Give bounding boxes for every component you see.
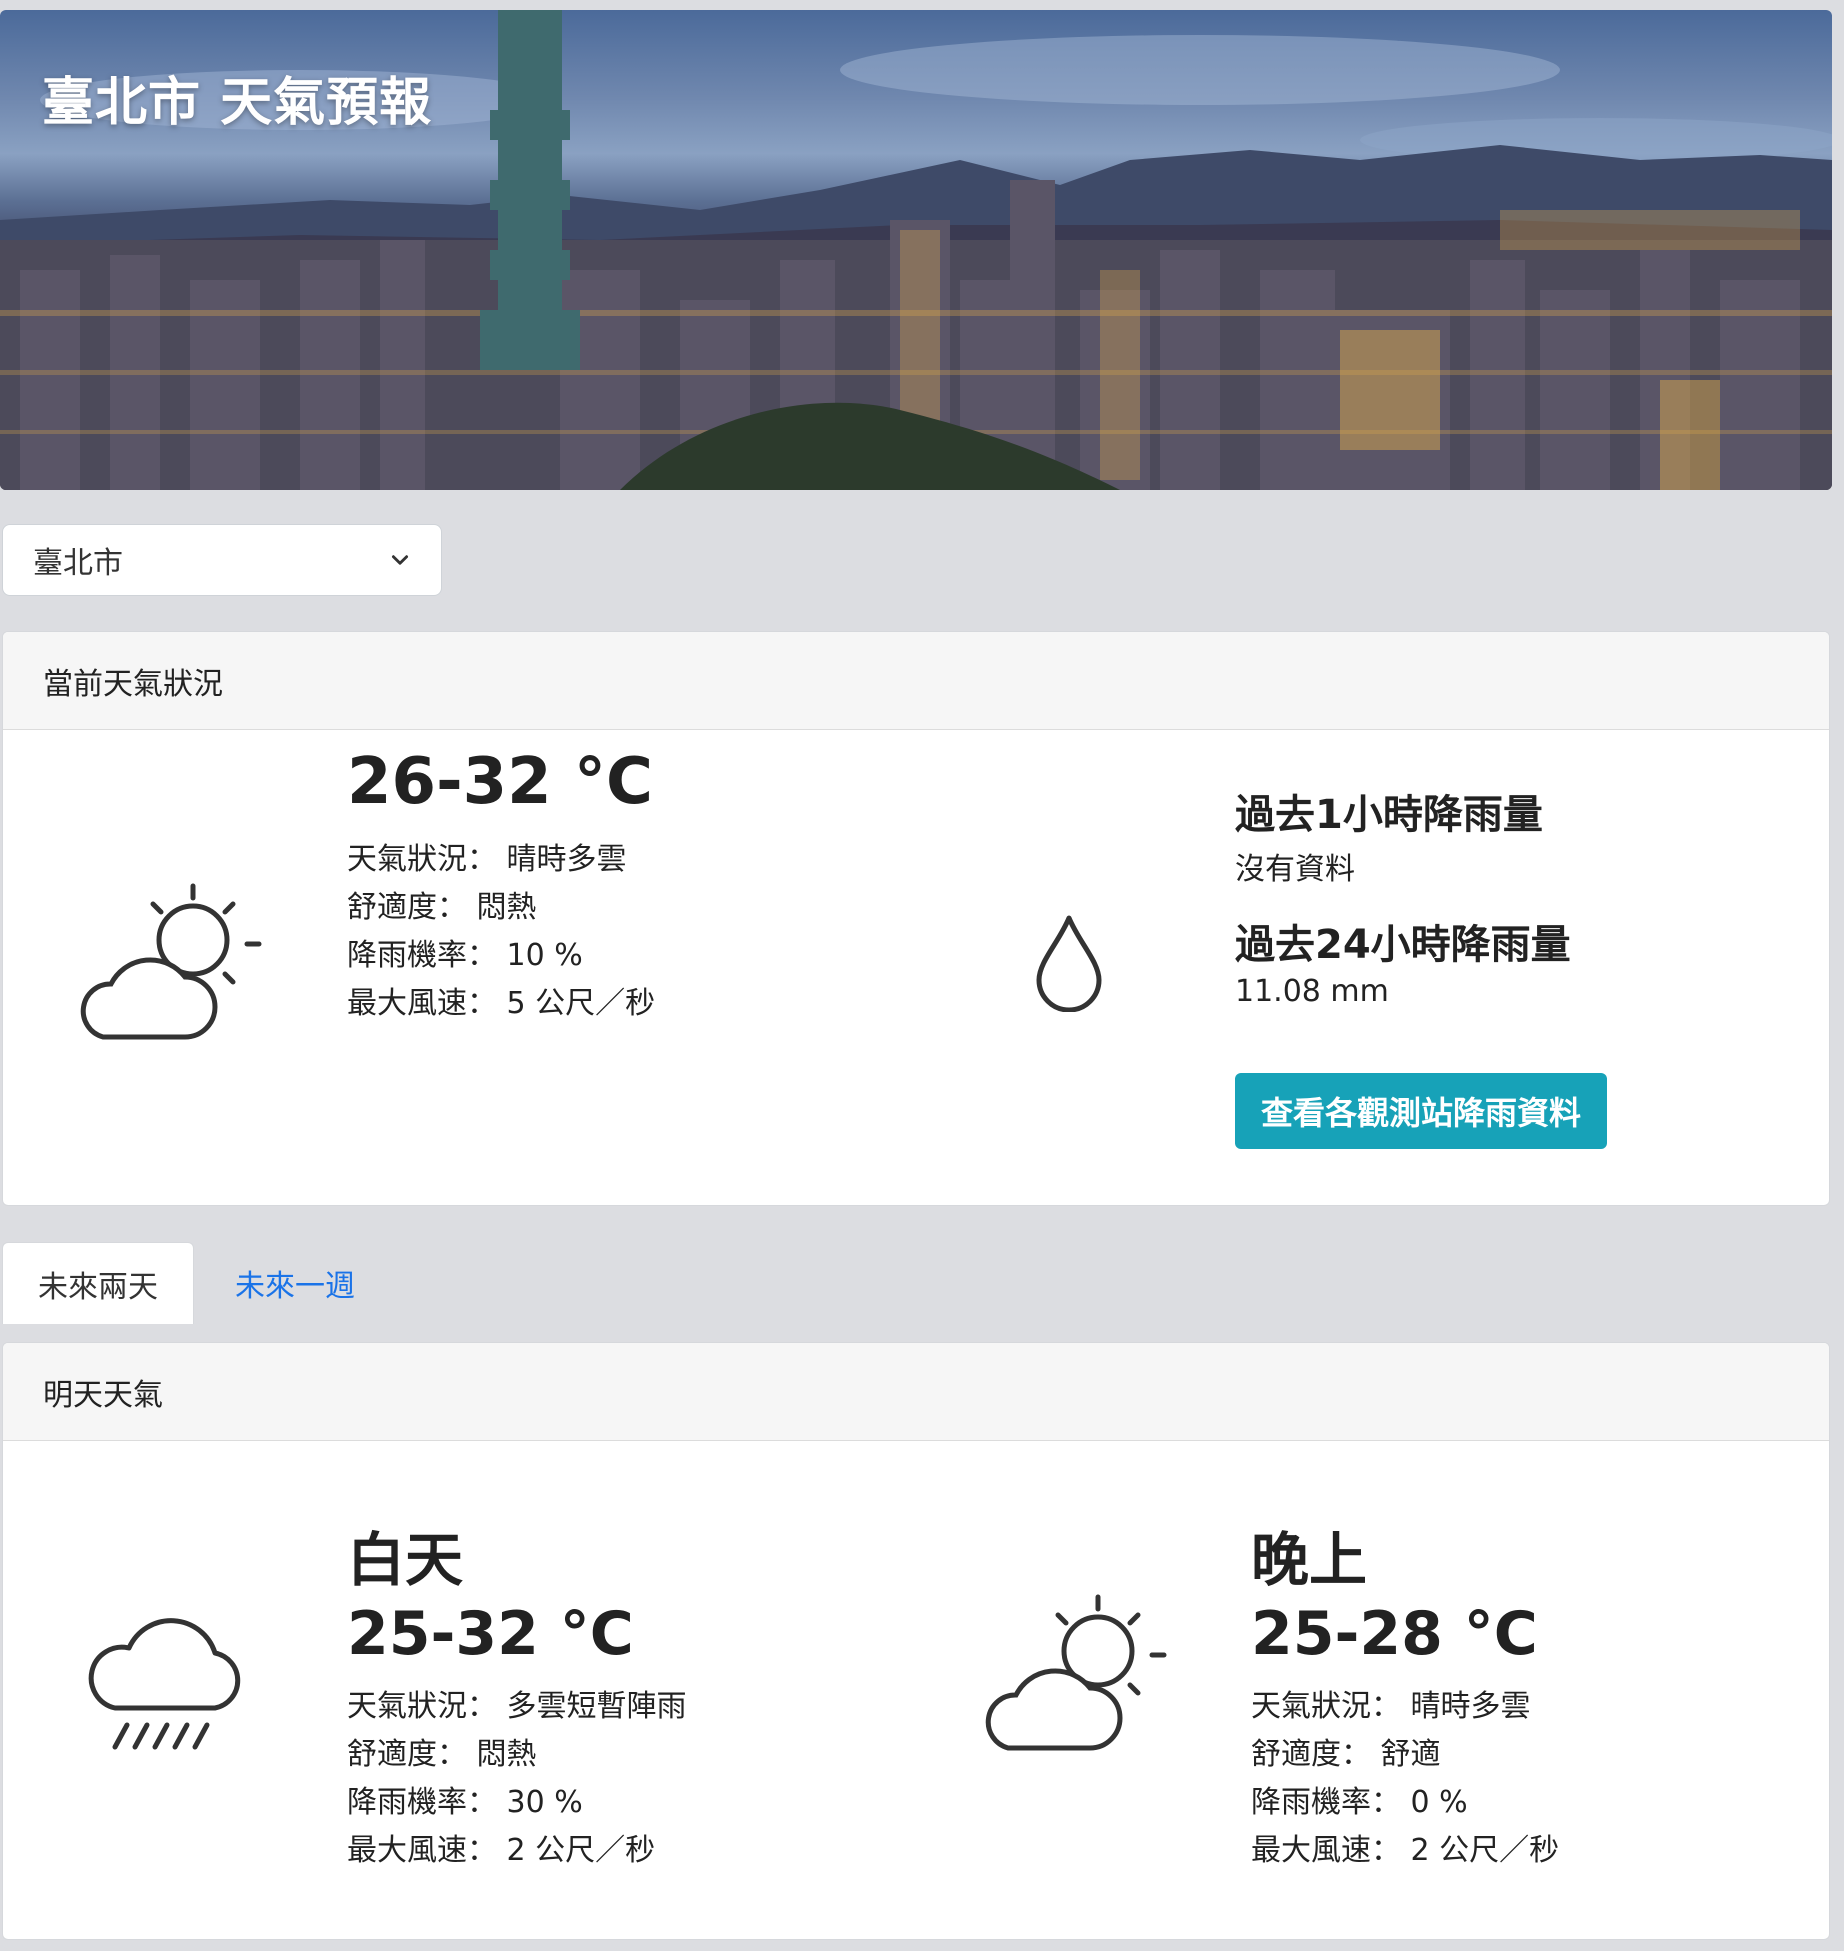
tomorrow-weather-card: 明天天氣 白天 25-32 °C 天氣狀況： 多雲短暫陣雨 舒適度： 悶熱 降雨… (2, 1342, 1830, 1940)
current-comfort: 舒適度： 悶熱 (347, 890, 537, 925)
chevron-down-icon (391, 555, 409, 565)
day-title: 白天 (347, 1526, 464, 1594)
current-temperature: 26-32 °C (347, 745, 653, 819)
day-temperature: 25-32 °C (347, 1599, 634, 1669)
rain-icon (88, 1618, 241, 1750)
rain-1h-value: 沒有資料 (1235, 852, 1355, 887)
rain-1h-title: 過去1小時降雨量 (1235, 792, 1543, 838)
rain-24h-title: 過去24小時降雨量 (1235, 922, 1571, 968)
day-rain-chance: 降雨機率： 30 % (347, 1785, 583, 1820)
tab-next-week[interactable]: 未來一週 (220, 1242, 370, 1324)
current-condition: 天氣狀況： 晴時多雲 (347, 842, 627, 877)
partly-cloudy-icon (985, 1594, 1167, 1751)
tomorrow-weather-header: 明天天氣 (3, 1343, 1829, 1441)
night-comfort: 舒適度： 舒適 (1251, 1737, 1441, 1772)
city-select[interactable]: 臺北市 (2, 524, 442, 596)
day-condition: 天氣狀況： 多雲短暫陣雨 (347, 1689, 687, 1724)
current-weather-card: 當前天氣狀況 26-32 °C 天氣狀況： 晴時多雲 舒適度： 悶熱 降雨機率：… (2, 631, 1830, 1206)
night-title: 晚上 (1251, 1526, 1368, 1594)
night-rain-chance: 降雨機率： 0 % (1251, 1785, 1468, 1820)
current-rain-chance: 降雨機率： 10 % (347, 938, 583, 973)
night-wind-speed: 最大風速： 2 公尺／秒 (1251, 1833, 1560, 1868)
day-comfort: 舒適度： 悶熱 (347, 1737, 537, 1772)
day-wind-speed: 最大風速： 2 公尺／秒 (347, 1833, 656, 1868)
hero-banner: 臺北市 天氣預報 (0, 10, 1832, 490)
view-station-rainfall-button[interactable]: 查看各觀測站降雨資料 (1235, 1073, 1607, 1149)
current-wind-speed: 最大風速： 5 公尺／秒 (347, 986, 656, 1021)
night-temperature: 25-28 °C (1251, 1599, 1538, 1669)
raindrop-icon (1036, 915, 1102, 1012)
tab-next-two-days[interactable]: 未來兩天 (2, 1242, 194, 1324)
current-weather-header: 當前天氣狀況 (3, 632, 1829, 730)
partly-cloudy-icon (80, 883, 262, 1040)
city-select-value: 臺北市 (33, 546, 123, 581)
rain-24h-value: 11.08 mm (1235, 974, 1389, 1009)
night-condition: 天氣狀況： 晴時多雲 (1251, 1689, 1531, 1724)
page-title: 臺北市 天氣預報 (42, 73, 433, 133)
